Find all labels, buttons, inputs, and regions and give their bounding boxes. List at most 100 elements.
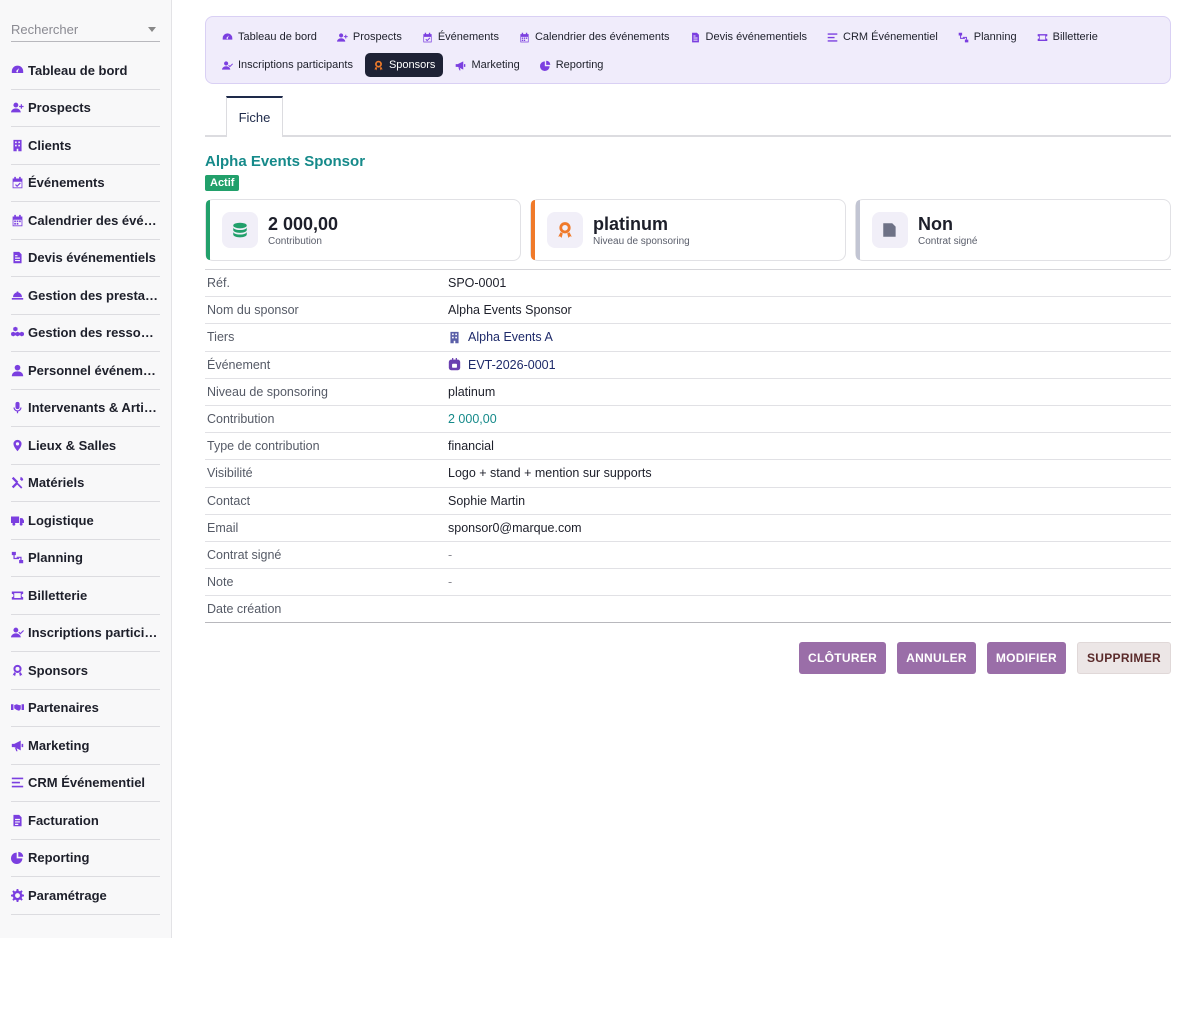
topnav-item-label: Inscriptions participants [238,59,353,71]
sidebar-item-label: Devis événementiels [28,250,156,266]
detail-label: Date création [207,602,282,617]
award-icon [11,663,27,677]
tab-bar: Fiche [205,96,1171,137]
topnav-item-inscriptions-participants[interactable]: Inscriptions participants [214,53,361,77]
topnav-item-crm-evenementiel[interactable]: CRM Événementiel [819,25,946,49]
detail-value: 2 000,00 [448,412,497,426]
detail-value: platinum [448,385,495,399]
gear-icon [11,888,27,902]
sidebar-item-parametrage[interactable]: Paramétrage [11,877,160,915]
file-invoice-icon [690,32,706,43]
detail-value-text: financial [448,439,494,454]
truck-icon [11,513,27,527]
delete-button[interactable]: SUPPRIMER [1076,642,1171,675]
sidebar-item-label: Matériels [28,475,85,491]
user-check-icon [222,60,238,71]
detail-label: Nom du sponsor [207,303,299,318]
detail-label: Contribution [207,412,275,427]
topnav-item-marketing[interactable]: Marketing [447,53,527,77]
detail-value-text: Alpha Events Sponsor [448,303,572,318]
sidebar-item-facturation[interactable]: Facturation [11,802,160,840]
topnav-item-calendrier-des-evenements[interactable]: Calendrier des événements [511,25,678,49]
sidebar-item-gestion-des-prestations[interactable]: Gestion des prestations [11,277,160,315]
sidebar-item-tableau-de-bord[interactable]: Tableau de bord [11,52,160,90]
sidebar-item-prospects[interactable]: Prospects [11,90,160,127]
sidebar-item-calendrier-des-evenements[interactable]: Calendrier des événements [11,202,160,240]
cubes-icon [11,326,27,340]
topnav-item-evenements[interactable]: Événements [414,25,507,49]
detail-label: Visibilité [207,466,253,481]
sidebar-item-evenements[interactable]: Événements [11,165,160,202]
sidebar-item-sponsors[interactable]: Sponsors [11,652,160,690]
sidebar-item-crm-evenementiel[interactable]: CRM Événementiel [11,765,160,802]
detail-label: Note [207,575,234,590]
sidebar-item-personnel-evenementiel[interactable]: Personnel événementiel [11,352,160,390]
pie-chart-icon [539,60,556,71]
card-label: Contribution [268,235,322,247]
building-icon [448,331,461,344]
signature-icon [872,212,908,248]
detail-row-note: Note - [205,569,1171,597]
detail-row-email: Email sponsor0@marque.com [205,515,1171,542]
award-icon [373,60,389,71]
sidebar-item-intervenants-artistes[interactable]: Intervenants & Artistes [11,390,160,427]
sidebar-item-billetterie[interactable]: Billetterie [11,577,160,615]
sitemap-icon [11,551,27,565]
detail-label: Niveau de sponsoring [207,384,328,399]
sidebar-item-label: Partenaires [28,700,99,716]
status-badge: Actif [205,175,240,191]
search-input[interactable]: Rechercher [11,18,160,42]
topnav-item-devis-evenementiels[interactable]: Devis événementiels [682,25,816,49]
topnav-item-planning[interactable]: Planning [950,25,1025,49]
topnav-item-label: Devis événementiels [705,31,808,43]
topnav-item-billetterie[interactable]: Billetterie [1029,25,1106,49]
sidebar-item-label: Planning [28,550,83,566]
main-content: Tableau de bord Prospects Événements Calend… [205,16,1171,675]
sidebar-item-label: Gestion des prestations [28,287,160,303]
sidebar-item-inscriptions-participants[interactable]: Inscriptions participants [11,615,160,652]
action-bar: CLÔTURER ANNULER MODIFIER SUPPRIMER [205,642,1171,675]
sidebar-item-label: CRM Événementiel [28,775,146,791]
topnav-item-label: Planning [973,31,1017,43]
detail-value-text: SPO-0001 [448,276,507,291]
sidebar-item-label: Calendrier des événements [28,212,160,228]
topnav-item-tableau-de-bord[interactable]: Tableau de bord [214,25,325,49]
sidebar-item-label: Inscriptions participants [28,625,160,641]
edit-button[interactable]: MODIFIER [986,642,1066,675]
sidebar-item-materiels[interactable]: Matériels [11,465,160,502]
sidebar-item-lieux-salles[interactable]: Lieux & Salles [11,427,160,465]
sidebar-item-partenaires[interactable]: Partenaires [11,690,160,727]
sidebar-item-logistique[interactable]: Logistique [11,502,160,540]
sidebar-item-reporting[interactable]: Reporting [11,840,160,877]
detail-value-text: Sophie Martin [448,493,526,508]
sidebar-item-label: Intervenants & Artistes [28,400,160,416]
topnav-item-reporting[interactable]: Reporting [532,53,612,77]
topnav-item-label: Reporting [555,59,604,71]
detail-value: - [448,548,452,562]
detail-value[interactable]: EVT-2026-0001 [448,358,556,372]
cancel-button[interactable]: ANNULER [897,642,976,675]
detail-value-text: sponsor0@marque.com [448,520,582,535]
detail-row-nom-du-sponsor: Nom du sponsor Alpha Events Sponsor [205,297,1171,325]
user-icon [11,363,27,377]
record-title: Alpha Events Sponsor [205,153,366,170]
building-icon [11,138,27,152]
detail-value: - [448,575,452,589]
sidebar-item-clients[interactable]: Clients [11,127,160,165]
tab-fiche[interactable]: Fiche [226,96,283,137]
topnav-item-label: Calendrier des événements [534,31,670,43]
topnav-item-prospects[interactable]: Prospects [329,25,410,49]
calendar-icon [11,213,27,227]
megaphone-icon [455,60,471,71]
sidebar-item-gestion-des-ressources[interactable]: Gestion des ressources [11,315,160,352]
detail-value-text: Alpha Events A [468,330,553,345]
detail-value: Logo + stand + mention sur supports [448,466,652,480]
chevron-down-icon[interactable] [148,27,156,32]
close-record-button[interactable]: CLÔTURER [799,642,887,675]
sidebar-item-devis-evenementiels[interactable]: Devis événementiels [11,240,160,277]
sidebar-item-planning[interactable]: Planning [11,540,160,577]
sidebar-item-marketing[interactable]: Marketing [11,727,160,765]
card-value: Non [918,213,953,234]
detail-value[interactable]: Alpha Events A [448,330,553,344]
topnav-item-sponsors[interactable]: Sponsors [364,53,444,77]
